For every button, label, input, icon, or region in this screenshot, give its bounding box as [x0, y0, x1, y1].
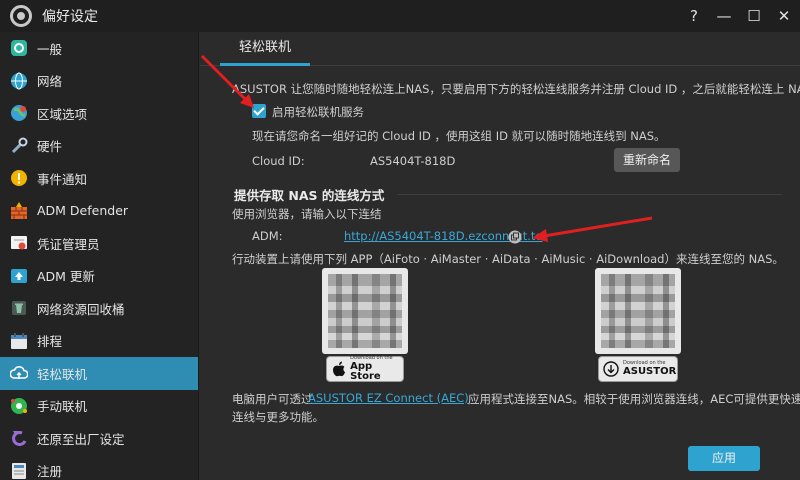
sidebar-item-ez-connect[interactable]: 轻松联机 — [0, 357, 198, 390]
close-button[interactable]: ✕ — [776, 8, 792, 24]
cloud-connect-icon — [10, 364, 28, 382]
update-icon — [10, 267, 28, 285]
certificate-icon — [10, 234, 28, 252]
sidebar: 一般 网络 区域选项 硬件 事件通知 ADM Defender 凭证管理员 AD… — [0, 32, 199, 480]
sidebar-item-network[interactable]: 网络 — [0, 65, 198, 98]
sidebar-item-recycle-bin[interactable]: 网络资源回收桶 — [0, 292, 198, 325]
sidebar-item-adm-update[interactable]: ADM 更新 — [0, 260, 198, 293]
enable-ez-connect-label: 启用轻松联机服务 — [272, 105, 364, 119]
notification-icon — [10, 169, 28, 187]
browser-hint: 使用浏览器，请输入以下连结 — [232, 207, 382, 221]
firewall-icon — [10, 201, 28, 220]
network-globe-icon — [10, 72, 28, 90]
pc-users-text-line2: 连线与更多功能。 — [232, 410, 324, 424]
annotation-arrow-adm-link — [532, 216, 653, 242]
window-controls: ? — ☐ ✕ — [686, 0, 792, 32]
app-hint: 行动装置上请使用下列 APP（AiFoto · AiMaster · AiDat… — [232, 252, 784, 266]
app-store-qr-code — [322, 268, 408, 354]
sidebar-item-label: 排程 — [37, 334, 63, 350]
schedule-icon — [10, 332, 28, 350]
section-title-access-methods: 提供存取 NAS 的连线方式 — [234, 188, 385, 203]
sidebar-item-label: ADM 更新 — [37, 269, 95, 285]
window-title: 偏好设定 — [42, 9, 98, 25]
annotation-arrow-checkbox — [200, 54, 254, 108]
sidebar-item-label: 网络 — [37, 74, 63, 90]
pc-users-text-suffix: 应用程式连接至NAS。相较于使用浏览器连线，AEC可提供更快速，稳定 — [468, 392, 800, 406]
sidebar-item-label: 硬件 — [37, 139, 63, 155]
sidebar-item-label: 事件通知 — [37, 171, 88, 187]
sidebar-item-label: 轻松联机 — [37, 366, 88, 382]
asustor-store-badge[interactable]: Download on the ASUSTOR — [598, 356, 678, 382]
rename-button[interactable]: 重新命名 — [614, 148, 680, 172]
register-icon — [10, 462, 28, 480]
sidebar-item-manual-connect[interactable]: 手动联机 — [0, 390, 198, 423]
sidebar-item-certificate[interactable]: 凭证管理员 — [0, 227, 198, 260]
sidebar-item-general[interactable]: 一般 — [0, 32, 198, 65]
download-icon — [603, 361, 619, 377]
sidebar-item-label: 凭证管理员 — [37, 236, 100, 252]
sidebar-item-label: 区域选项 — [37, 106, 88, 122]
recycle-bin-icon — [10, 299, 28, 317]
title-bar: 偏好设定 ? — ☐ ✕ — [0, 0, 800, 32]
cloud-id-value: AS5404T-818D — [370, 154, 456, 168]
sidebar-item-adm-defender[interactable]: ADM Defender — [0, 195, 198, 228]
sidebar-item-label: ADM Defender — [37, 203, 129, 219]
apply-button[interactable]: 应用 — [688, 446, 760, 471]
asustor-badge-title: ASUSTOR — [623, 366, 677, 377]
apple-icon — [331, 361, 346, 377]
sidebar-item-label: 一般 — [37, 41, 63, 57]
adm-label: ADM: — [252, 229, 283, 243]
manual-connect-icon — [10, 397, 28, 415]
sidebar-item-label: 网络资源回收桶 — [37, 301, 125, 317]
sidebar-item-factory-reset[interactable]: 还原至出厂设定 — [0, 422, 198, 455]
minimize-button[interactable]: — — [716, 8, 732, 24]
aec-link[interactable]: ASUSTOR EZ Connect (AEC) — [308, 391, 469, 405]
sidebar-item-notification[interactable]: 事件通知 — [0, 162, 198, 195]
general-icon — [10, 39, 28, 57]
sidebar-item-hardware[interactable]: 硬件 — [0, 130, 198, 163]
hardware-wrench-icon — [10, 137, 28, 155]
sidebar-item-schedule[interactable]: 排程 — [0, 325, 198, 358]
sidebar-item-label: 注册 — [37, 464, 63, 480]
tab-bar: 轻松联机 — [200, 32, 800, 66]
maximize-button[interactable]: ☐ — [746, 8, 762, 24]
sidebar-item-region[interactable]: 区域选项 — [0, 97, 198, 130]
pc-users-text-prefix: 电脑用户可透过 — [232, 392, 313, 406]
factory-reset-icon — [10, 429, 28, 447]
copy-link-icon[interactable] — [508, 229, 522, 244]
cloud-id-label: Cloud ID: — [252, 154, 305, 168]
app-store-badge-title: App Store — [350, 361, 381, 382]
sidebar-item-register[interactable]: 注册 — [0, 455, 198, 480]
sidebar-item-label: 手动联机 — [37, 399, 88, 415]
preferences-gear-icon — [10, 5, 32, 27]
asustor-qr-code — [595, 268, 681, 354]
cloud-id-hint: 现在请您命名一组好记的 Cloud ID ，使用这组 ID 就可以随时随地连线到… — [252, 129, 666, 143]
intro-text: ASUSTOR 让您随时随地轻松连上NAS，只要启用下方的轻松连线服务并注册 C… — [232, 82, 800, 96]
main-panel: 轻松联机 ASUSTOR 让您随时随地轻松连上NAS，只要启用下方的轻松连线服务… — [200, 32, 800, 480]
section-divider — [397, 194, 782, 195]
region-globe-icon — [10, 104, 28, 122]
sidebar-item-label: 还原至出厂设定 — [37, 431, 125, 447]
help-button[interactable]: ? — [686, 8, 702, 24]
app-store-badge[interactable]: Download on the App Store — [326, 356, 404, 382]
